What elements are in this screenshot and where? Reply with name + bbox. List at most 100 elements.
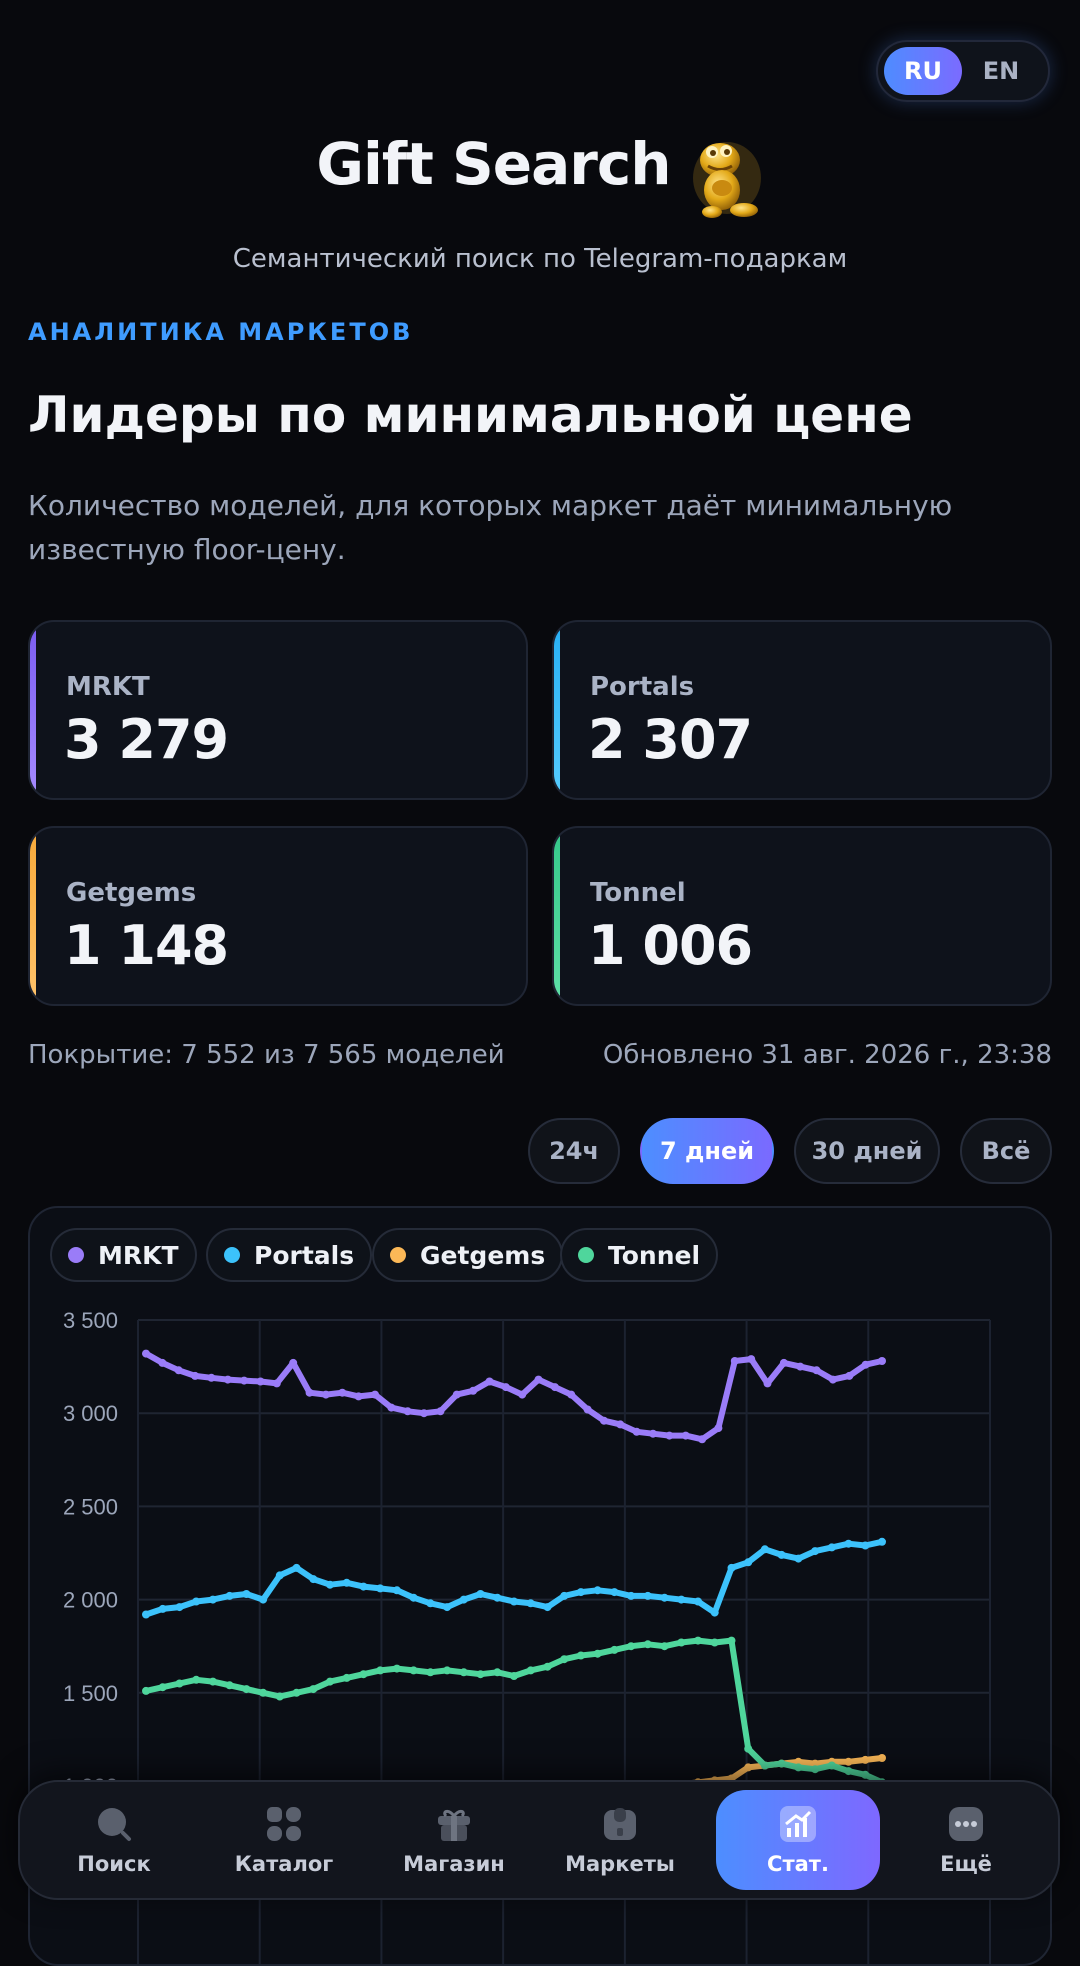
stat-accent-bar	[554, 828, 560, 1004]
data-point-portals	[426, 1599, 435, 1608]
data-point-portals	[342, 1578, 351, 1587]
data-point-tonnel	[677, 1638, 686, 1647]
y-tick-label: 3 500	[63, 1308, 118, 1333]
data-point-tonnel	[142, 1686, 150, 1695]
data-point-mrkt	[289, 1358, 298, 1367]
data-point-mrkt	[436, 1407, 445, 1416]
data-point-mrkt	[387, 1403, 396, 1412]
range-24h-button[interactable]: 24ч	[528, 1118, 620, 1184]
data-point-portals	[777, 1550, 786, 1559]
data-point-portals	[694, 1597, 702, 1606]
lang-en-button[interactable]: EN	[962, 47, 1040, 95]
data-point-mrkt	[305, 1388, 314, 1397]
nav-item-stats[interactable]: Стат.	[716, 1790, 880, 1890]
data-point-mrkt	[534, 1375, 543, 1384]
stat-label: Getgems	[66, 878, 197, 908]
data-point-mrkt	[763, 1379, 772, 1388]
stat-card-getgems: Getgems 1 148	[28, 826, 528, 1006]
data-point-portals	[727, 1563, 736, 1572]
nav-item-more[interactable]: Ещё	[886, 1790, 1046, 1890]
data-point-portals	[560, 1591, 569, 1600]
data-point-mrkt	[142, 1349, 150, 1358]
data-point-mrkt	[420, 1409, 428, 1418]
stat-value: 1 006	[588, 914, 753, 977]
data-point-tonnel	[794, 1763, 803, 1772]
data-point-portals	[459, 1595, 468, 1604]
data-point-mrkt	[240, 1376, 249, 1385]
data-point-mrkt	[158, 1358, 167, 1367]
data-point-tonnel	[694, 1636, 702, 1645]
data-point-getgems	[844, 1757, 853, 1766]
data-point-tonnel	[376, 1666, 385, 1675]
stat-accent-bar	[30, 622, 36, 798]
lang-ru-button[interactable]: RU	[884, 47, 962, 95]
nav-item-catalog[interactable]: Каталог	[204, 1790, 364, 1890]
data-point-portals	[175, 1603, 184, 1612]
data-point-mrkt	[600, 1416, 608, 1425]
data-point-mrkt	[338, 1388, 347, 1397]
stat-card-mrkt: MRKT 3 279	[28, 620, 528, 800]
data-point-mrkt	[371, 1390, 379, 1399]
app-subtitle: Семантический поиск по Telegram-подаркам	[232, 244, 848, 274]
data-point-mrkt	[567, 1390, 576, 1399]
data-point-tonnel	[242, 1685, 251, 1694]
section-title: Лидеры по минимальной цене	[28, 386, 913, 444]
data-point-tonnel	[560, 1655, 569, 1664]
data-point-portals	[744, 1558, 753, 1567]
nav-item-search[interactable]: Поиск	[34, 1790, 194, 1890]
data-point-portals	[543, 1603, 552, 1612]
data-point-portals	[677, 1595, 686, 1604]
data-point-tonnel	[225, 1681, 234, 1690]
data-point-mrkt	[583, 1405, 592, 1414]
data-point-mrkt	[191, 1371, 200, 1380]
data-point-tonnel	[426, 1668, 435, 1677]
data-point-mrkt	[747, 1355, 756, 1364]
nav-item-shop[interactable]: Магазин	[374, 1790, 534, 1890]
data-point-tonnel	[543, 1662, 552, 1671]
stat-value: 2 307	[588, 708, 753, 771]
more-dots-icon	[946, 1804, 986, 1844]
range-7d-button[interactable]: 7 дней	[640, 1118, 774, 1184]
data-point-portals	[242, 1590, 251, 1598]
data-point-mrkt	[616, 1420, 625, 1429]
stat-label: Portals	[590, 672, 695, 702]
data-point-tonnel	[326, 1677, 334, 1686]
data-point-mrkt	[223, 1375, 232, 1384]
y-tick-label: 2 500	[63, 1494, 118, 1519]
data-point-mrkt	[518, 1390, 527, 1399]
bottom-nav: Поиск Каталог Магазин Маркеты Стат. Ещё	[18, 1780, 1060, 1900]
data-point-portals	[409, 1593, 418, 1602]
data-point-tonnel	[208, 1677, 217, 1686]
data-point-portals	[827, 1543, 836, 1552]
data-point-mrkt	[321, 1390, 330, 1399]
nav-label: Магазин	[403, 1852, 505, 1876]
updated-text: Обновлено 31 авг. 2026 г., 23:38	[602, 1040, 1052, 1070]
data-point-tonnel	[259, 1688, 268, 1697]
data-point-portals	[643, 1591, 652, 1600]
y-tick-label: 3 000	[63, 1401, 118, 1426]
data-point-portals	[225, 1591, 234, 1600]
golden-frog-icon	[690, 136, 764, 224]
coverage-text: Покрытие: 7 552 из 7 565 моделей	[28, 1040, 505, 1070]
data-point-tonnel	[275, 1692, 284, 1701]
nav-item-markets[interactable]: Маркеты	[540, 1790, 700, 1890]
data-point-tonnel	[510, 1672, 518, 1680]
series-line-mrkt	[143, 1350, 885, 1443]
stats-chart-icon	[778, 1804, 818, 1844]
data-point-tonnel	[643, 1640, 652, 1649]
stat-card-portals: Portals 2 307	[552, 620, 1052, 800]
data-point-tonnel	[811, 1765, 820, 1774]
data-point-mrkt	[207, 1373, 216, 1382]
data-point-portals	[158, 1604, 167, 1613]
data-point-mrkt	[828, 1375, 837, 1384]
data-point-mrkt	[469, 1386, 478, 1395]
data-point-mrkt	[730, 1357, 739, 1365]
range-all-button[interactable]: Всё	[960, 1118, 1052, 1184]
data-point-mrkt	[354, 1392, 363, 1401]
nav-label: Маркеты	[565, 1852, 675, 1876]
section-description: Количество моделей, для которых маркет д…	[28, 489, 953, 566]
data-point-tonnel	[342, 1673, 351, 1682]
data-point-mrkt	[272, 1379, 281, 1388]
stat-card-tonnel: Tonnel 1 006	[552, 826, 1052, 1006]
range-30d-button[interactable]: 30 дней	[794, 1118, 940, 1184]
